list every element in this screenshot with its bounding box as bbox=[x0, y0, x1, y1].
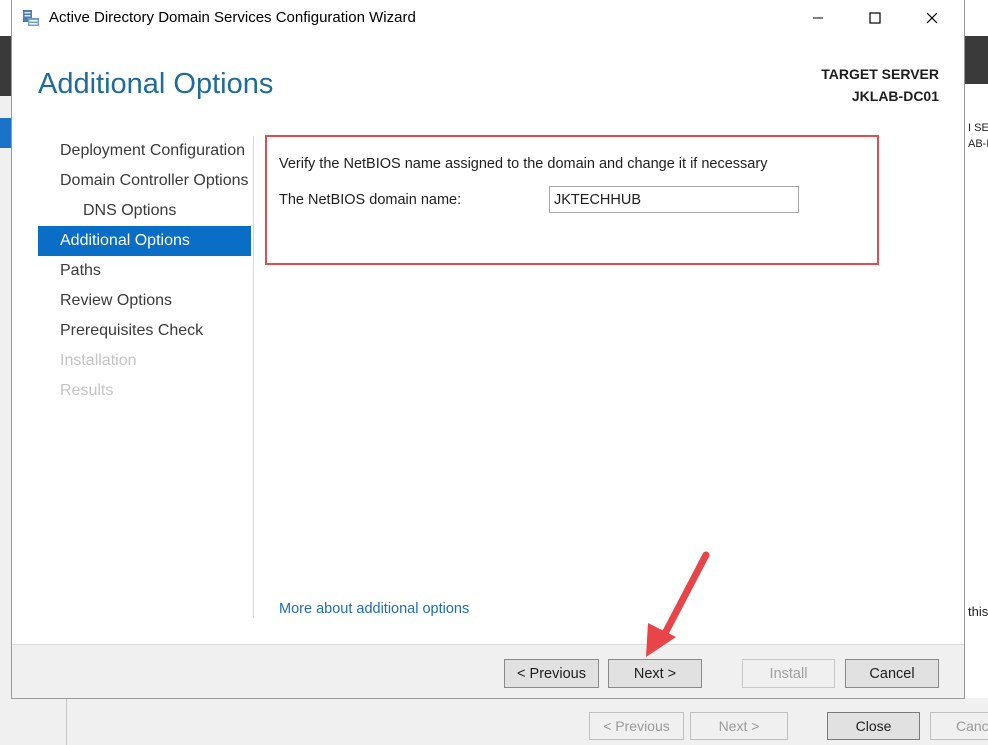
previous-button[interactable]: < Previous bbox=[504, 659, 599, 688]
background-text: I SER bbox=[968, 122, 988, 134]
nav-item-deployment-configuration[interactable]: Deployment Configuration bbox=[38, 136, 251, 166]
background-text: AB-D bbox=[968, 138, 988, 150]
nav-item-additional-options[interactable]: Additional Options bbox=[38, 226, 251, 256]
red-arrow-icon bbox=[646, 551, 710, 657]
install-button: Install bbox=[742, 659, 835, 688]
background-divider bbox=[66, 698, 67, 745]
target-server-name: JKLAB-DC01 bbox=[851, 88, 939, 104]
maximize-button[interactable] bbox=[852, 0, 898, 36]
minimize-button[interactable] bbox=[795, 0, 841, 36]
target-server-label: TARGET SERVER bbox=[821, 66, 939, 82]
title-bar: Active Directory Domain Services Configu… bbox=[12, 0, 964, 36]
background-text: this bbox=[968, 604, 988, 619]
background-window-right bbox=[964, 0, 988, 745]
close-icon bbox=[926, 12, 938, 24]
wizard-footer: < Previous Next > Install Cancel bbox=[12, 644, 964, 698]
window-title: Active Directory Domain Services Configu… bbox=[49, 9, 416, 26]
background-next-button[interactable]: Next > bbox=[690, 712, 788, 740]
minimize-icon bbox=[813, 17, 823, 19]
nav-item-dns-options[interactable]: DNS Options bbox=[38, 196, 251, 226]
wizard-nav: Deployment Configuration Domain Controll… bbox=[38, 136, 251, 406]
nav-item-paths[interactable]: Paths bbox=[38, 256, 251, 286]
background-previous-button[interactable]: < Previous bbox=[589, 712, 684, 740]
background-close-button[interactable]: Close bbox=[827, 712, 920, 740]
netbios-domain-name-field[interactable] bbox=[549, 186, 799, 213]
nav-item-prerequisites-check[interactable]: Prerequisites Check bbox=[38, 316, 251, 346]
background-cancel-button[interactable]: Canc bbox=[930, 712, 988, 740]
wizard-dialog: Active Directory Domain Services Configu… bbox=[12, 0, 964, 698]
cancel-button[interactable]: Cancel bbox=[845, 659, 939, 688]
background-window-accent bbox=[0, 118, 12, 148]
maximize-icon bbox=[869, 12, 881, 24]
instruction-text: Verify the NetBIOS name assigned to the … bbox=[279, 156, 768, 172]
more-about-additional-options-link[interactable]: More about additional options bbox=[279, 601, 469, 617]
server-wizard-icon bbox=[23, 10, 39, 26]
nav-item-domain-controller-options[interactable]: Domain Controller Options bbox=[38, 166, 251, 196]
background-window-right-bar bbox=[964, 36, 988, 84]
netbios-domain-name-label: The NetBIOS domain name: bbox=[279, 192, 462, 208]
close-window-button[interactable] bbox=[909, 0, 955, 36]
nav-item-results: Results bbox=[60, 382, 114, 399]
nav-item-installation: Installation bbox=[60, 352, 137, 369]
page-title: Additional Options bbox=[38, 68, 274, 100]
nav-divider bbox=[253, 136, 254, 618]
nav-item-review-options[interactable]: Review Options bbox=[38, 286, 251, 316]
